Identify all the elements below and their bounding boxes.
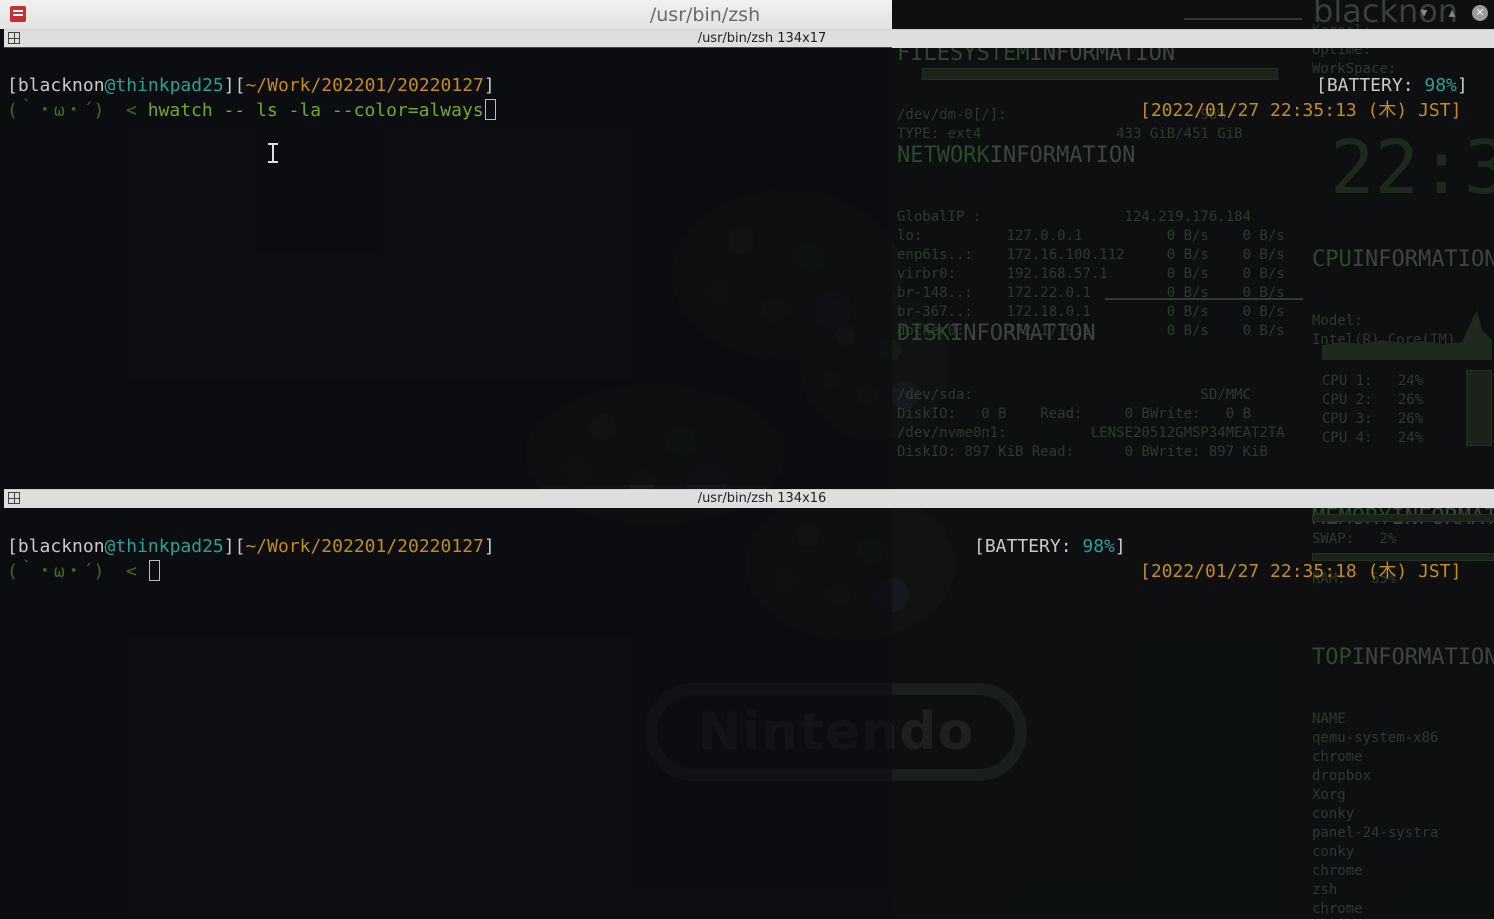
prompt-host: thinkpad25 [115,536,224,557]
window-controls: ▾ ▴ ✕ [1416,5,1488,21]
command-input[interactable]: hwatch -- ls -la --color=always [148,100,484,121]
text-cursor [148,560,160,581]
prompt-line-2[interactable]: (｀・ω・´) < hwatch -- ls -la --color=alway… [7,98,496,123]
mouse-ibeam-cursor [267,143,279,163]
text-cursor [484,99,496,120]
terminal-pane-top[interactable]: [blacknon@thinkpad25][~/Work/202201/2022… [4,47,1494,485]
pane-header-top[interactable]: /usr/bin/zsh 134x17 [4,29,1494,48]
prompt-path: ~/Work/202201/20220127 [245,75,484,96]
battery-value: 98% [1082,536,1115,557]
battery-bracket: ] [1114,536,1126,557]
prompt-bracket: [ [7,75,18,96]
prompt-face: (｀・ω・´) < [7,561,148,582]
prompt-face: (｀・ω・´) < [7,100,148,121]
prompt-datetime: [2022/01/27 22:35:18 (木) JST] [1140,561,1462,582]
prompt-line-1: [blacknon@thinkpad25][~/Work/202201/2022… [7,73,495,98]
window-title: /usr/bin/zsh [649,4,761,26]
prompt-at: @ [104,75,116,96]
prompt-path: ~/Work/202201/20220127 [245,536,484,557]
battery-bracket: ] [1456,75,1468,96]
prompt-host: thinkpad25 [115,75,224,96]
window-titlebar[interactable]: /usr/bin/zsh [0,0,892,29]
pane-title: /usr/bin/zsh 134x16 [697,491,827,506]
prompt-at: @ [104,536,116,557]
battery-status: [BATTERY: 98%] [1316,73,1468,98]
pane-header-bottom[interactable]: /usr/bin/zsh 134x16 [4,489,1494,508]
prompt-bracket: ] [483,75,495,96]
battery-label: [BATTERY: [974,536,1083,557]
prompt-datetime: [2022/01/27 22:35:13 (木) JST] [1140,100,1462,121]
prompt-bracket: [ [7,536,18,557]
prompt-user: blacknon [17,536,105,557]
battery-status: [BATTERY: 98%] [974,534,1126,559]
maximize-icon[interactable]: ▴ [1444,5,1460,21]
prompt-line-1: [blacknon@thinkpad25][~/Work/202201/2022… [7,534,495,559]
battery-label: [BATTERY: [1316,75,1425,96]
close-icon[interactable]: ✕ [1472,5,1488,21]
pane-title: /usr/bin/zsh 134x17 [697,31,827,46]
prompt-bracket: ][ [223,75,246,96]
desktop: Nintendo blacknon FILESYSTEMINFORMATION … [0,0,1494,919]
terminal-pane-bottom[interactable]: [blacknon@thinkpad25][~/Work/202201/2022… [4,508,1494,919]
battery-value: 98% [1424,75,1457,96]
minimize-icon[interactable]: ▾ [1416,5,1432,21]
prompt-bracket: ] [483,536,495,557]
prompt-bracket: ][ [223,536,246,557]
prompt-user: blacknon [17,75,105,96]
prompt-line-2[interactable]: (｀・ω・´) < [7,559,160,584]
